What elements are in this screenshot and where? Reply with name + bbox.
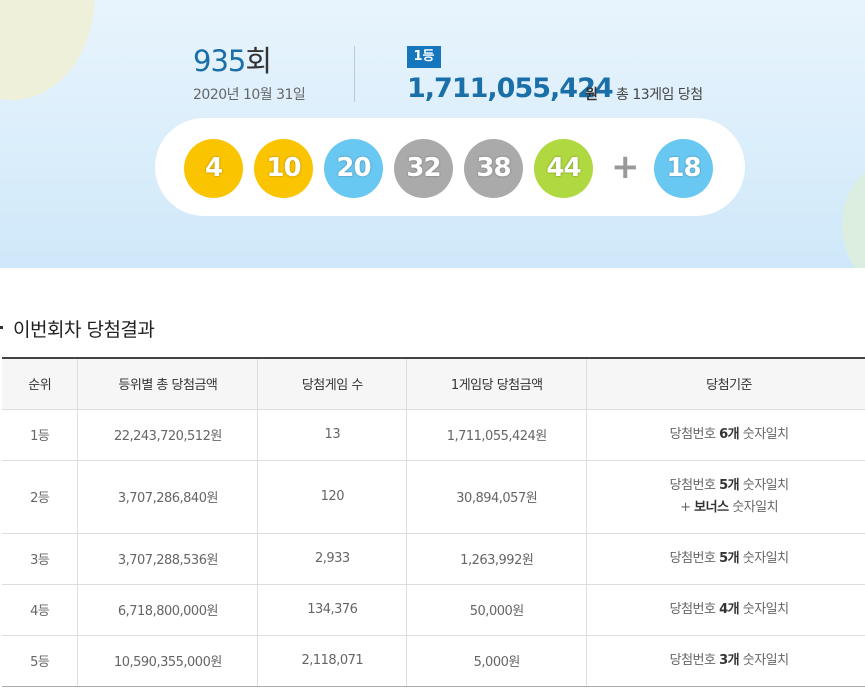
cell-criteria: 당첨번호 5개 숫자일치 + 보너스 숫자일치 (586, 460, 865, 534)
round-number: 935 (193, 44, 246, 78)
cell-rank: 4등 (2, 584, 79, 636)
decorative-circle (842, 165, 865, 268)
prize-result-table: 순위 등위별 총 당첨금액 당첨게임 수 1게임당 당첨금액 당첨기준 1등 2… (2, 357, 865, 687)
criteria-count: 5개 (719, 550, 740, 566)
table-row: 1등 22,243,720,512원 13 1,711,055,424원 당첨번… (2, 409, 865, 461)
criteria-text: 숫자일치 (739, 652, 789, 668)
winning-number-ball: 10 (254, 139, 313, 198)
cell-total-prize: 10,590,355,000원 (77, 635, 259, 687)
cell-winning-games: 120 (257, 460, 408, 534)
cell-total-prize: 3,707,288,536원 (77, 533, 259, 585)
criteria-count: 3개 (719, 652, 740, 668)
cell-prize-per-game: 5,000원 (406, 635, 588, 687)
criteria-count: 4개 (719, 601, 740, 617)
first-prize-amount: 1,711,055,424 (407, 73, 614, 104)
criteria-bonus: 보너스 (694, 499, 729, 515)
cell-prize-per-game: 30,894,057원 (406, 460, 588, 534)
first-prize-winners: 총 13게임 당첨 (616, 87, 703, 103)
cell-prize-per-game: 1,263,992원 (406, 533, 588, 585)
criteria-text: 숫자일치 (739, 601, 789, 617)
criteria-text: 숫자일치 (739, 550, 789, 566)
table-row: 2등 3,707,286,840원 120 30,894,057원 당첨번호 5… (2, 460, 865, 534)
cell-prize-per-game: 50,000원 (406, 584, 588, 636)
cell-criteria: 당첨번호 6개 숫자일치 (586, 409, 865, 461)
round-title: 935회 (193, 44, 272, 78)
divider (354, 46, 355, 102)
first-prize-unit: 원 (585, 87, 598, 103)
col-header-rank: 순위 (2, 357, 79, 410)
cell-winning-games: 13 (257, 409, 408, 461)
criteria-text: 숫자일치 (739, 477, 789, 493)
bonus-number-ball: 18 (654, 139, 713, 198)
cell-winning-games: 2,118,071 (257, 635, 408, 687)
col-header-prize-per-game: 1게임당 당첨금액 (406, 357, 588, 410)
criteria-text: 당첨번호 (669, 601, 720, 617)
decorative-circle (0, 0, 95, 100)
draw-result-banner: 935회 2020년 10월 31일 1등 1,711,055,424 원 총 … (0, 0, 865, 268)
cell-total-prize: 6,718,800,000원 (77, 584, 259, 636)
criteria-text: 당첨번호 (669, 550, 720, 566)
winning-number-ball: 4 (184, 139, 243, 198)
cell-winning-games: 2,933 (257, 533, 408, 585)
cell-total-prize: 3,707,286,840원 (77, 460, 259, 534)
cell-winning-games: 134,376 (257, 584, 408, 636)
col-header-total-prize: 등위별 총 당첨금액 (77, 357, 259, 410)
round-suffix: 회 (245, 44, 272, 78)
section-title-text: 이번회차 당첨결과 (13, 319, 155, 341)
winning-number-ball: 44 (534, 139, 593, 198)
cell-total-prize: 22,243,720,512원 (77, 409, 259, 461)
winning-number-ball: 38 (464, 139, 523, 198)
cell-rank: 2등 (2, 460, 79, 534)
criteria-text: 당첨번호 (669, 652, 720, 668)
criteria-text: + (680, 499, 695, 515)
criteria-count: 6개 (719, 426, 740, 442)
cell-rank: 1등 (2, 409, 79, 461)
winning-number-ball: 32 (394, 139, 453, 198)
criteria-count: 5개 (719, 477, 740, 493)
criteria-text: 당첨번호 (669, 426, 720, 442)
cell-criteria: 당첨번호 4개 숫자일치 (586, 584, 865, 636)
cell-rank: 5등 (2, 635, 79, 687)
bullet-icon (0, 326, 3, 329)
first-prize-badge: 1등 (407, 46, 441, 68)
table-row: 5등 10,590,355,000원 2,118,071 5,000원 당첨번호… (2, 635, 865, 687)
table-row: 3등 3,707,288,536원 2,933 1,263,992원 당첨번호 … (2, 533, 865, 585)
criteria-text: 당첨번호 (669, 477, 720, 493)
cell-rank: 3등 (2, 533, 79, 585)
cell-prize-per-game: 1,711,055,424원 (406, 409, 588, 461)
cell-criteria: 당첨번호 5개 숫자일치 (586, 533, 865, 585)
table-header-row: 순위 등위별 총 당첨금액 당첨게임 수 1게임당 당첨금액 당첨기준 (2, 357, 865, 410)
winning-number-ball: 20 (324, 139, 383, 198)
table-row: 4등 6,718,800,000원 134,376 50,000원 당첨번호 4… (2, 584, 865, 636)
cell-criteria: 당첨번호 3개 숫자일치 (586, 635, 865, 687)
col-header-winning-games: 당첨게임 수 (257, 357, 408, 410)
col-header-criteria: 당첨기준 (586, 357, 865, 410)
plus-icon: + (611, 147, 640, 187)
criteria-text: 숫자일치 (739, 426, 789, 442)
draw-date: 2020년 10월 31일 (193, 87, 306, 103)
criteria-text: 숫자일치 (728, 499, 779, 515)
section-title: 이번회차 당첨결과 (0, 315, 155, 342)
